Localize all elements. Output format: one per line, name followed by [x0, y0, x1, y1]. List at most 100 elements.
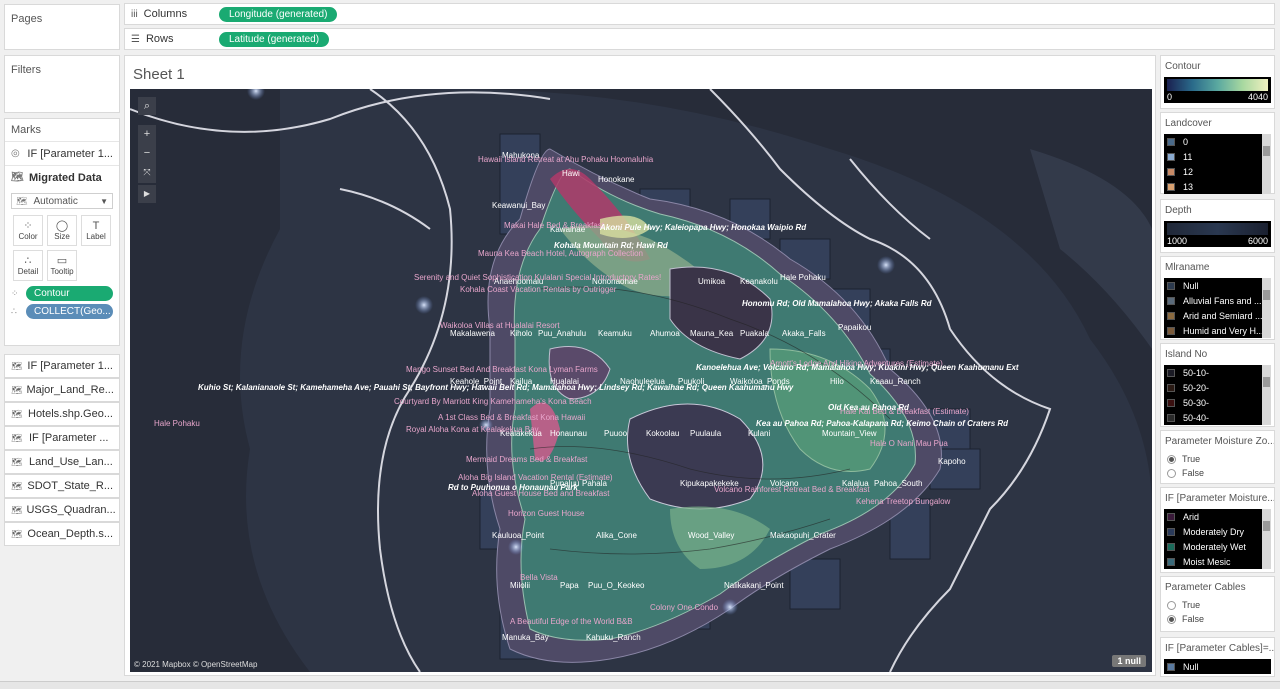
contour-color-ramp [1167, 79, 1268, 91]
contour-pill[interactable]: Contour [26, 286, 113, 301]
rows-shelf[interactable]: ☰ Rows Latitude (generated) [124, 28, 1275, 50]
map-place-label: Mountain_View [822, 429, 877, 438]
color-card[interactable]: ⁘ Color [13, 215, 43, 246]
legend-label: Moderately Wet [1183, 541, 1246, 552]
legend-item[interactable]: Arid [1164, 509, 1271, 524]
detail-card[interactable]: ∴ Detail [13, 250, 43, 281]
map-search-button[interactable]: ⌕ [138, 97, 156, 115]
longitude-pill[interactable]: Longitude (generated) [219, 6, 338, 22]
radio-button[interactable] [1167, 600, 1176, 610]
zoom-out-button[interactable]: − [138, 144, 156, 163]
depth-min: 1000 [1167, 236, 1188, 246]
radio-button[interactable] [1167, 614, 1176, 624]
pages-title: Pages [11, 13, 43, 25]
map-toolbar-expand-button[interactable]: ▶ [138, 185, 156, 203]
legend-item[interactable]: 50-40- [1164, 410, 1271, 425]
legend-swatch [1167, 326, 1175, 335]
null-indicator[interactable]: 1 null [1112, 655, 1146, 667]
columns-shelf[interactable]: iii Columns Longitude (generated) [124, 3, 1275, 25]
map-hotel-label: Horizon Guest House [508, 509, 585, 518]
filters-title: Filters [11, 64, 41, 76]
marks-layer-item[interactable]: 🗺 Ocean_Depth.s... [4, 522, 120, 546]
tooltip-card[interactable]: ▭ Tooltip [47, 250, 77, 281]
legend-scrollbar[interactable] [1262, 365, 1271, 425]
legend-item[interactable]: Alluvial Fans and ... [1164, 293, 1271, 308]
marks-layer-item[interactable]: 🗺 Major_Land_Re... [4, 378, 120, 402]
legend-item[interactable]: 50-20- [1164, 380, 1271, 395]
marks-layer-item[interactable]: 🗺 IF [Parameter ... [4, 426, 120, 450]
marks-layer-item[interactable]: 🗺 Hotels.shp.Geo... [4, 402, 120, 426]
radio-option[interactable]: True [1161, 598, 1274, 612]
marks-layer-item[interactable]: 🗺 SDOT_State_R... [4, 474, 120, 498]
legend-item[interactable]: 13 [1164, 179, 1271, 194]
legend-item[interactable]: Null [1164, 659, 1271, 674]
radio-option[interactable]: False [1161, 466, 1274, 480]
legend-item[interactable]: Moderately Dry [1164, 524, 1271, 539]
radio-option[interactable]: False [1161, 612, 1274, 626]
legend-swatch [1167, 311, 1175, 320]
legend-scrollbar[interactable] [1262, 278, 1271, 338]
latitude-pill[interactable]: Latitude (generated) [219, 31, 330, 47]
island-items: 50-10- 50-20- 50-30- 50-40- [1164, 365, 1271, 425]
legend-item[interactable]: Humid and Very H... [1164, 323, 1271, 338]
contour-pill-row[interactable]: ⁘ Contour [11, 286, 113, 301]
zoom-in-button[interactable]: + [138, 125, 156, 144]
map-road-label: Kohala Mountain Rd; Hawi Rd [554, 241, 668, 250]
legend-item[interactable]: 12 [1164, 164, 1271, 179]
legend-item[interactable]: Arid and Semiard ... [1164, 308, 1271, 323]
map-hotel-label: Volcano Rainforest Retreat Bed & Breakfa… [714, 485, 870, 494]
map-road-label: Kuhio St; Kalanianaole St; Kamehameha Av… [198, 383, 794, 392]
marks-layer-parameter[interactable]: ◎ IF [Parameter 1... [5, 141, 119, 165]
scrollbar-thumb[interactable] [1263, 290, 1270, 300]
map-place-label: Keanakolu [740, 277, 778, 286]
legend-item[interactable]: 11 [1164, 149, 1271, 164]
legend-item[interactable]: 50-10- [1164, 365, 1271, 380]
radio-button[interactable] [1167, 454, 1176, 464]
contour-legend-title: Contour [1165, 61, 1201, 72]
map-road-label: Honomu Rd; Old Mamalahoa Hwy; Akaka Fall… [742, 299, 932, 308]
rows-icon: ☰ [131, 33, 140, 45]
pages-shelf[interactable]: Pages [4, 4, 120, 50]
legend-label: 11 [1183, 151, 1193, 162]
filters-shelf[interactable]: Filters [4, 55, 120, 113]
legend-item[interactable]: 0 [1164, 134, 1271, 149]
legend-item[interactable]: Moist Mesic [1164, 554, 1271, 569]
scrollbar-thumb[interactable] [1263, 377, 1270, 387]
geometry-pill-row[interactable]: ∴ COLLECT(Geo... [11, 304, 113, 319]
radio-option[interactable]: True [1161, 452, 1274, 466]
legend-scrollbar[interactable] [1262, 509, 1271, 569]
map-place-label: Kokoolau [646, 429, 680, 438]
scrollbar-thumb[interactable] [1263, 146, 1270, 156]
if-moisture-legend: IF [Parameter Moisture... Arid Moderately… [1160, 487, 1275, 573]
map-view[interactable]: Mahukona Hawi Honokane Keawanui_Bay Kawaihae… [130, 89, 1152, 672]
legend-item[interactable]: 50-30- [1164, 395, 1271, 410]
map-icon: 🗺 [11, 360, 23, 371]
legend-item[interactable]: Moderately Wet [1164, 539, 1271, 554]
legend-swatch [1167, 152, 1175, 161]
scrollbar-thumb[interactable] [1263, 521, 1270, 531]
marks-layer-migrated-data[interactable]: 🗺 Migrated Data [5, 165, 119, 189]
radio-label: False [1182, 468, 1205, 478]
map-hotel-label: Hale O Nani Mau Pua [870, 439, 948, 448]
map-place-label: Puuoo [604, 429, 628, 438]
mlraname-legend: Mlraname Null Alluvial Fans and ... Arid a… [1160, 256, 1275, 340]
legend-swatch [1167, 383, 1175, 392]
map-icon: 🗺 [11, 432, 23, 443]
radio-button[interactable] [1167, 468, 1176, 478]
map-attribution[interactable]: © 2021 Mapbox © OpenStreetMap [134, 660, 257, 669]
legend-scrollbar[interactable] [1262, 134, 1271, 194]
sheet-tab-bar[interactable] [0, 681, 1280, 689]
size-card[interactable]: ◯ Size [47, 215, 77, 246]
mark-type-dropdown[interactable]: 🗺 Automatic ▼ [11, 193, 113, 209]
depth-legend-title: Depth [1165, 205, 1192, 216]
collect-geometry-pill[interactable]: COLLECT(Geo... [26, 304, 113, 319]
circle-icon: ◎ [11, 148, 20, 159]
label-card[interactable]: T Label [81, 215, 111, 246]
reset-view-button[interactable]: ⤧ [138, 163, 156, 182]
map-road-label: Rd to Puuhonua o Honaunau Park [448, 483, 578, 492]
marks-layer-item[interactable]: 🗺 Land_Use_Lan... [4, 450, 120, 474]
marks-layer-item[interactable]: 🗺 USGS_Quadran... [4, 498, 120, 522]
radio-label: True [1182, 600, 1201, 610]
legend-item[interactable]: Null [1164, 278, 1271, 293]
marks-layer-item[interactable]: 🗺 IF [Parameter 1... [4, 354, 120, 378]
